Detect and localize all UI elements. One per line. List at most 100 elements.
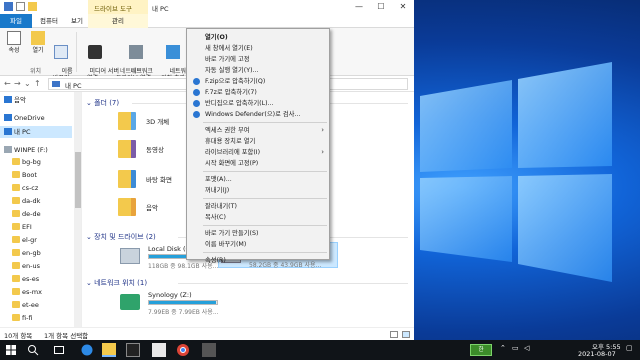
nav-scrollbar[interactable] [74, 92, 81, 327]
nav-item[interactable]: 음악 [0, 94, 72, 106]
context-menu-item[interactable]: 라이브러리에 포함(I) › [188, 147, 328, 158]
nav-item[interactable]: es-es [0, 273, 72, 285]
edge-icon[interactable] [80, 343, 94, 357]
context-menu-item[interactable]: 열기(O) [188, 32, 328, 43]
notepad-icon[interactable] [152, 343, 166, 357]
tab-file[interactable]: 파일 [0, 14, 32, 28]
cmd-icon[interactable] [126, 343, 140, 357]
nav-item-label: EFI [22, 223, 32, 231]
context-menu-item[interactable]: 복사(C) [188, 212, 328, 223]
volume-icon[interactable]: ◁ [524, 344, 529, 352]
large-icons-view-icon[interactable] [402, 331, 410, 338]
nav-item[interactable]: 내 PC [0, 126, 72, 138]
tab-computer[interactable]: 컴퓨터 [32, 14, 66, 28]
nav-item[interactable]: OneDrive [0, 112, 72, 124]
context-menu-item[interactable]: 휴대용 장치로 열기 [188, 136, 328, 147]
nav-item[interactable]: fi-fi [0, 312, 72, 324]
tab-view[interactable]: 보기 [66, 14, 88, 28]
nav-item[interactable]: cs-cz [0, 182, 72, 194]
minimize-button[interactable]: — [348, 0, 370, 14]
context-menu-item[interactable]: 꺼내기(J) [188, 185, 328, 196]
properties-qa-icon[interactable] [16, 2, 25, 11]
context-menu-item[interactable]: 이름 바꾸기(M) [188, 239, 328, 250]
menu-item-label: 라이브러리에 포함(I) [205, 149, 261, 156]
nav-item[interactable]: en-gb [0, 247, 72, 259]
app-icon[interactable] [202, 343, 216, 357]
context-menu-item[interactable]: 바로 가기에 고정 [188, 54, 328, 65]
title-bar[interactable]: 드라이브 도구 내 PC — ☐ ✕ [0, 0, 414, 14]
drives-group-label: 장치 및 드라이브 (2) [94, 233, 156, 241]
clock-date[interactable]: 2021-08-07 [578, 350, 616, 358]
checkmark-icon [7, 31, 21, 45]
context-menu-item[interactable]: 포맷(A)... [188, 174, 328, 185]
network-icon[interactable]: ▭ [512, 344, 519, 352]
maximize-button[interactable]: ☐ [370, 0, 392, 14]
folder-item[interactable]: 동영상 [118, 138, 178, 160]
notification-icon[interactable]: ▢ [626, 344, 633, 352]
context-menu-item[interactable]: Windows Defender(으)로 검사... [188, 109, 328, 120]
nav-scroll-thumb[interactable] [75, 152, 81, 208]
context-menu-item[interactable]: 반디집으로 압축하기(L)... [188, 98, 328, 109]
nav-item[interactable]: Boot [0, 169, 72, 181]
start-icon[interactable] [4, 343, 18, 357]
search-icon[interactable] [26, 343, 40, 357]
folders-group-header[interactable]: ⌄ 폴더 (7) [86, 98, 119, 108]
folder-item[interactable]: 음악 [118, 196, 178, 218]
menu-item-label: 잘라내기(T) [205, 203, 237, 210]
nav-item[interactable]: en-us [0, 260, 72, 272]
up-arrow-icon[interactable]: ↑ [34, 79, 41, 88]
new-folder-qa-icon[interactable] [28, 2, 37, 11]
nav-item[interactable]: et-ee [0, 299, 72, 311]
properties-button[interactable]: 속성 [4, 31, 24, 54]
folder-icon [12, 301, 20, 308]
context-menu-item[interactable]: 자동 실행 열기(Y)... [188, 65, 328, 76]
network-drive-z[interactable]: Synology (Z:) 7.99EB 중 7.99EB 사용... [118, 290, 238, 316]
nav-item[interactable]: da-dk [0, 195, 72, 207]
open-button[interactable]: 열기 [28, 31, 48, 54]
nav-item[interactable]: de-de [0, 208, 72, 220]
context-menu: 열기(O) 새 창에서 열기(E) 바로 가기에 고정 자동 실행 열기(Y)... F… [186, 28, 330, 264]
recent-chevron-icon[interactable]: ⌄ [24, 79, 31, 88]
nav-item-label: Boot [22, 171, 37, 179]
tray-chevron-icon[interactable]: ⌃ [500, 344, 506, 352]
menu-item-label: 반디집으로 압축하기(L)... [205, 100, 274, 107]
context-menu-item[interactable]: 바로 가기 만들기(S) [188, 228, 328, 239]
ribbon-separator [76, 32, 77, 72]
context-menu-item[interactable]: F.7z로 압축하기(7) [188, 87, 328, 98]
submenu-arrow-icon: › [321, 148, 324, 156]
network-group-header[interactable]: ⌄ 네트워크 위치 (1) [86, 278, 147, 288]
navigation-pane: 음악 OneDrive 내 PC WINPE (F:) bg-bg Boot cs-cz da… [0, 92, 82, 327]
nav-item[interactable]: WINPE (F:) [0, 144, 72, 156]
context-menu-item[interactable]: 새 창에서 열기(E) [188, 43, 328, 54]
menu-item-label: F.zip으로 압축하기(Q) [205, 78, 266, 85]
rename-icon [54, 45, 68, 59]
menu-item-label: 휴대용 장치로 열기 [205, 138, 256, 145]
tab-manage[interactable]: 관리 [88, 14, 148, 28]
nav-item[interactable]: el-gr [0, 234, 72, 246]
close-button[interactable]: ✕ [392, 0, 414, 14]
details-view-icon[interactable] [390, 331, 398, 338]
ime-indicator[interactable]: 한 [470, 344, 492, 356]
file-explorer-icon[interactable] [102, 343, 116, 357]
menu-separator [203, 252, 327, 253]
ribbon-tabs: 파일 컴퓨터 보기 관리 [0, 14, 414, 28]
drives-group-header[interactable]: ⌄ 장치 및 드라이브 (2) [86, 232, 156, 242]
chrome-icon[interactable] [176, 343, 190, 357]
context-menu-item[interactable]: F.zip으로 압축하기(Q) [188, 76, 328, 87]
menu-separator [203, 122, 327, 123]
nav-item[interactable]: EFI [0, 221, 72, 233]
back-arrow-icon[interactable]: ← [4, 79, 11, 88]
folder-item[interactable]: 3D 개체 [118, 110, 178, 132]
context-menu-item[interactable]: 속성(R) [188, 255, 328, 266]
forward-arrow-icon[interactable]: → [14, 79, 21, 88]
menu-item-icon [193, 89, 200, 96]
context-menu-item[interactable]: 엑세스 권한 부여 › [188, 125, 328, 136]
context-menu-item[interactable]: 시작 화면에 고정(P) [188, 158, 328, 169]
context-menu-item[interactable]: 잘라내기(T) [188, 201, 328, 212]
task-view-icon[interactable] [54, 346, 64, 354]
menu-item-label: 바로 가기 만들기(S) [205, 230, 259, 237]
nav-item[interactable]: es-mx [0, 286, 72, 298]
open-folder-icon [31, 31, 45, 45]
folder-item[interactable]: 바탕 화면 [118, 168, 178, 190]
nav-item[interactable]: bg-bg [0, 156, 72, 168]
